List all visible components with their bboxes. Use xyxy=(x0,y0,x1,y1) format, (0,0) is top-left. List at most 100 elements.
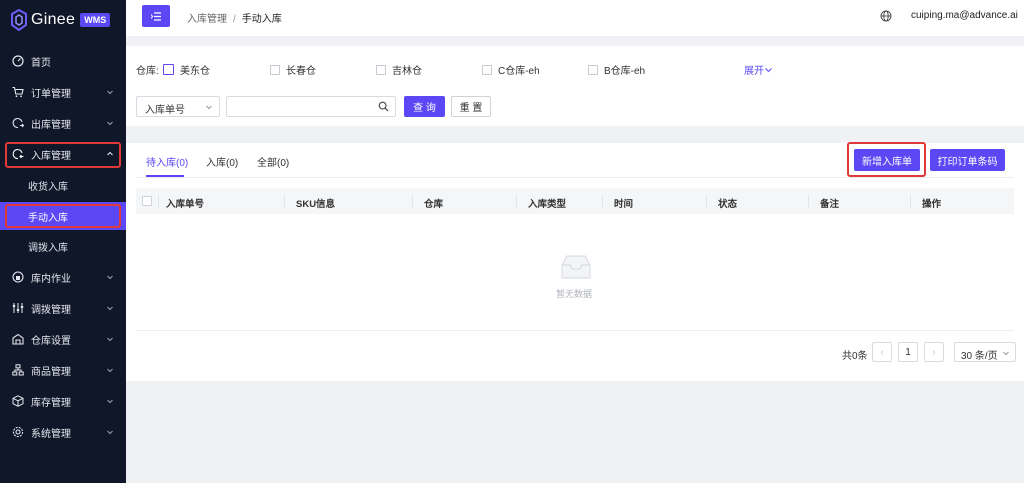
column-divider xyxy=(412,195,413,207)
logo[interactable]: Ginee WMS xyxy=(10,8,111,32)
tab-inbound[interactable]: 入库(0) xyxy=(206,154,238,169)
filter-panel: 仓库: 美东仓 长春仓 吉林仓 C仓库-eh B仓库-eh 展开 入库单号 查 … xyxy=(126,46,1024,126)
sidebar-item-inventory[interactable]: 库存管理 xyxy=(0,386,126,416)
breadcrumb-separator: / xyxy=(233,14,236,25)
logo-badge: WMS xyxy=(80,13,111,27)
prev-page-button[interactable]: ‹ xyxy=(872,342,892,362)
column-header: 状态 xyxy=(718,199,738,210)
table-header: 入库单号 SKU信息 仓库 入库类型 时间 状态 备注 操作 xyxy=(136,188,1014,214)
print-barcode-button[interactable]: 打印订单条码 xyxy=(930,149,1005,171)
warehouse-checkbox-4[interactable]: B仓库-eh xyxy=(588,62,645,77)
warehouse-checkbox-0[interactable]: 美东仓 xyxy=(163,62,210,77)
sidebar-item-transfer[interactable]: 调拨管理 xyxy=(0,293,126,323)
column-header: 备注 xyxy=(820,199,840,210)
sidebar-item-label: 库存管理 xyxy=(31,397,71,409)
column-header: 操作 xyxy=(922,199,942,210)
sidebar-item-system[interactable]: 系统管理 xyxy=(0,417,126,447)
column-header: 入库类型 xyxy=(528,199,567,210)
user-email[interactable]: cuiping.ma@advance.ai xyxy=(911,10,1018,21)
page-size-value: 30 条/页 xyxy=(961,351,998,362)
warehouse-checkbox-1[interactable]: 长春仓 xyxy=(270,62,316,77)
table-bottom-divider xyxy=(136,330,1014,331)
column-divider xyxy=(516,195,517,207)
transfer-icon xyxy=(12,303,24,313)
checkbox[interactable] xyxy=(588,64,598,75)
warehouse-settings-icon xyxy=(12,333,24,345)
warehouse-option-label: 长春仓 xyxy=(286,66,316,77)
chevron-down-icon xyxy=(1003,351,1009,356)
search-field-select[interactable]: 入库单号 xyxy=(136,96,220,117)
warehouse-option-label: 吉林仓 xyxy=(392,66,422,77)
menu-toggle-button[interactable] xyxy=(142,5,170,27)
sidebar-item-label: 首页 xyxy=(31,57,51,69)
reset-button[interactable]: 重 置 xyxy=(451,96,491,117)
gear-icon xyxy=(12,426,24,438)
sidebar-item-home[interactable]: 首页 xyxy=(0,46,126,76)
sidebar-item-label: 调拨管理 xyxy=(31,304,71,316)
cart-icon xyxy=(12,86,24,98)
warehouse-checkbox-3[interactable]: C仓库-eh xyxy=(482,62,540,77)
sidebar-item-label: 订单管理 xyxy=(31,88,71,100)
page-size-select[interactable]: 30 条/页 xyxy=(954,342,1016,362)
page-number-button[interactable]: 1 xyxy=(898,342,918,362)
tab-pending-inbound[interactable]: 待入库(0) xyxy=(146,154,188,169)
highlight-new-inbound xyxy=(847,142,926,177)
breadcrumb: 入库管理 / 手动入库 xyxy=(187,10,282,25)
sidebar-item-warehouse-ops[interactable]: 库内作业 xyxy=(0,262,126,292)
search-field-selected: 入库单号 xyxy=(145,105,185,116)
inventory-icon xyxy=(12,395,24,407)
sidebar: Ginee WMS 首页 订单管理 出库管理 入库管理 收货入库 手动入库 调拨… xyxy=(0,0,126,483)
query-button[interactable]: 查 询 xyxy=(404,96,445,117)
column-divider xyxy=(602,195,603,207)
chevron-down-icon xyxy=(206,105,212,110)
warehouse-option-label: C仓库-eh xyxy=(498,66,540,77)
sidebar-item-label: 仓库设置 xyxy=(31,335,71,347)
checkbox[interactable] xyxy=(482,64,492,75)
chevron-down-icon xyxy=(765,67,772,72)
outbound-icon xyxy=(12,118,24,129)
tabs-divider xyxy=(136,177,1014,178)
sidebar-item-label: 出库管理 xyxy=(31,119,71,131)
chevron-down-icon xyxy=(107,337,113,342)
search-icon xyxy=(378,101,389,112)
column-divider xyxy=(158,195,159,207)
logo-text: Ginee xyxy=(31,11,76,28)
select-all-checkbox[interactable] xyxy=(142,196,152,206)
sidebar-subitem-transfer-inbound[interactable]: 调拨入库 xyxy=(0,231,126,261)
sidebar-subitem-receiving[interactable]: 收货入库 xyxy=(0,170,126,200)
expand-link[interactable]: 展开 xyxy=(744,62,773,77)
chevron-down-icon xyxy=(107,90,113,95)
column-header: 入库单号 xyxy=(166,199,205,210)
sidebar-item-label: 系统管理 xyxy=(31,428,71,440)
checkbox[interactable] xyxy=(270,64,280,75)
main-panel: 待入库(0) 入库(0) 全部(0) 新增入库单 打印订单条码 入库单号 SKU… xyxy=(126,142,1024,381)
sidebar-item-label: 库内作业 xyxy=(31,273,71,285)
warehouse-option-label: 美东仓 xyxy=(180,66,210,77)
sidebar-item-label: 商品管理 xyxy=(31,366,71,378)
chevron-down-icon xyxy=(107,275,113,280)
globe-icon[interactable] xyxy=(880,10,892,22)
sidebar-item-products[interactable]: 商品管理 xyxy=(0,355,126,385)
total-count: 共0条 xyxy=(842,351,868,362)
dashboard-icon xyxy=(12,55,24,67)
checkbox[interactable] xyxy=(163,64,174,75)
chevron-down-icon xyxy=(107,399,113,404)
sidebar-item-orders[interactable]: 订单管理 xyxy=(0,77,126,107)
warehouse-checkbox-2[interactable]: 吉林仓 xyxy=(376,62,422,77)
sidebar-item-warehouse-settings[interactable]: 仓库设置 xyxy=(0,324,126,354)
warehouse-option-label: B仓库-eh xyxy=(604,66,646,77)
search-input[interactable] xyxy=(226,96,396,117)
sidebar-item-outbound[interactable]: 出库管理 xyxy=(0,108,126,138)
sidebar-subitem-label: 收货入库 xyxy=(28,181,68,193)
checkbox[interactable] xyxy=(376,64,386,75)
ginee-logo-icon xyxy=(11,9,27,31)
breadcrumb-parent[interactable]: 入库管理 xyxy=(187,14,227,25)
chevron-down-icon xyxy=(107,306,113,311)
next-page-button[interactable]: › xyxy=(924,342,944,362)
chevron-down-icon xyxy=(107,368,113,373)
tab-all[interactable]: 全部(0) xyxy=(257,154,289,169)
column-divider xyxy=(910,195,911,207)
empty-text: 暂无数据 xyxy=(556,289,593,299)
expand-label: 展开 xyxy=(744,66,764,77)
highlight-manual-inbound xyxy=(5,204,121,228)
